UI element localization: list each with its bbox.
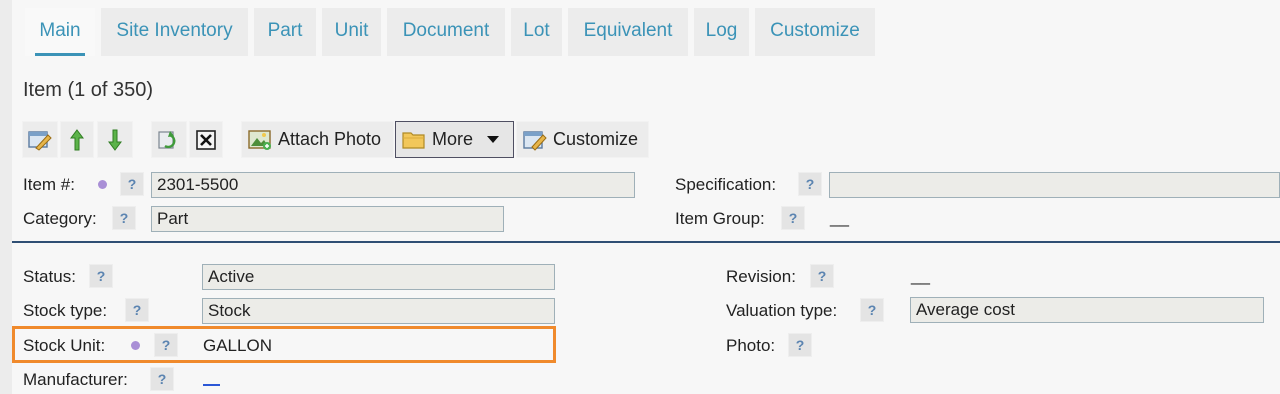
attach-photo-button[interactable]: Attach Photo: [241, 121, 394, 158]
category-label: Category:: [23, 209, 97, 228]
valuation-type-label: Valuation type:: [726, 301, 838, 320]
item-form-page: Main Site Inventory Part Unit Document L…: [0, 0, 1280, 394]
folder-icon: [402, 130, 426, 150]
photo-label: Photo:: [726, 336, 776, 355]
tab-document[interactable]: Document: [387, 8, 505, 56]
left-edge: [0, 0, 12, 394]
section-divider: [12, 241, 1280, 243]
item-number-help-button[interactable]: ?: [120, 172, 144, 196]
status-label: Status:: [23, 267, 76, 286]
move-down-button[interactable]: [97, 121, 133, 158]
status-field[interactable]: Active: [202, 264, 555, 290]
valuation-type-help-button[interactable]: ?: [860, 298, 884, 322]
edit-button[interactable]: [22, 121, 58, 158]
customize-button[interactable]: Customize: [516, 121, 649, 158]
more-dropdown-button[interactable]: More: [395, 121, 514, 158]
delete-icon: [196, 129, 216, 150]
manufacturer-label: Manufacturer:: [23, 370, 128, 389]
stock-type-field[interactable]: Stock: [202, 298, 555, 324]
revision-value: __: [911, 266, 930, 285]
photo-icon: [248, 129, 272, 151]
customize-icon: [523, 129, 547, 151]
specification-field[interactable]: [829, 172, 1280, 198]
stock-type-help-button[interactable]: ?: [125, 298, 149, 322]
tab-log[interactable]: Log: [694, 8, 749, 56]
photo-help-button[interactable]: ?: [788, 333, 812, 357]
item-group-value: __: [830, 208, 849, 227]
revision-label: Revision:: [726, 267, 796, 286]
stock-unit-label: Stock Unit:: [23, 336, 106, 355]
specification-label: Specification:: [675, 175, 777, 194]
valuation-type-field[interactable]: Average cost: [910, 297, 1264, 323]
dropdown-arrow-icon: [487, 135, 500, 144]
refresh-icon: [157, 129, 181, 151]
item-group-help-button[interactable]: ?: [781, 206, 805, 230]
category-field[interactable]: Part: [151, 206, 504, 232]
specification-help-button[interactable]: ?: [798, 172, 822, 196]
tab-lot[interactable]: Lot: [511, 8, 562, 56]
status-help-button[interactable]: ?: [89, 264, 113, 288]
move-up-icon: [70, 128, 84, 151]
move-down-icon: [108, 129, 122, 151]
stock-type-label: Stock type:: [23, 301, 108, 320]
tab-unit[interactable]: Unit: [322, 8, 381, 56]
refresh-button[interactable]: [151, 121, 187, 158]
stock-unit-help-button[interactable]: ?: [154, 333, 178, 357]
manufacturer-link[interactable]: [203, 384, 220, 386]
revision-help-button[interactable]: ?: [810, 264, 834, 288]
item-number-field[interactable]: 2301-5500: [151, 172, 635, 198]
attach-photo-label: Attach Photo: [278, 129, 382, 149]
more-label: More: [432, 129, 474, 149]
tab-main[interactable]: Main: [25, 8, 95, 56]
delete-button[interactable]: [189, 121, 223, 158]
category-help-button[interactable]: ?: [112, 206, 136, 230]
page-title: Item (1 of 350): [23, 79, 154, 101]
item-group-label: Item Group:: [675, 209, 765, 228]
item-number-label: Item #:: [23, 175, 75, 194]
tab-site-inventory[interactable]: Site Inventory: [101, 8, 248, 56]
tab-customize[interactable]: Customize: [755, 8, 875, 56]
required-indicator: [131, 341, 140, 350]
tab-part[interactable]: Part: [254, 8, 316, 56]
customize-label: Customize: [553, 129, 639, 149]
manufacturer-help-button[interactable]: ?: [150, 367, 174, 391]
edit-icon: [28, 129, 52, 151]
required-indicator: [98, 180, 107, 189]
move-up-button[interactable]: [60, 121, 94, 158]
stock-unit-value[interactable]: GALLON: [203, 336, 272, 356]
tab-equivalent[interactable]: Equivalent: [568, 8, 688, 56]
